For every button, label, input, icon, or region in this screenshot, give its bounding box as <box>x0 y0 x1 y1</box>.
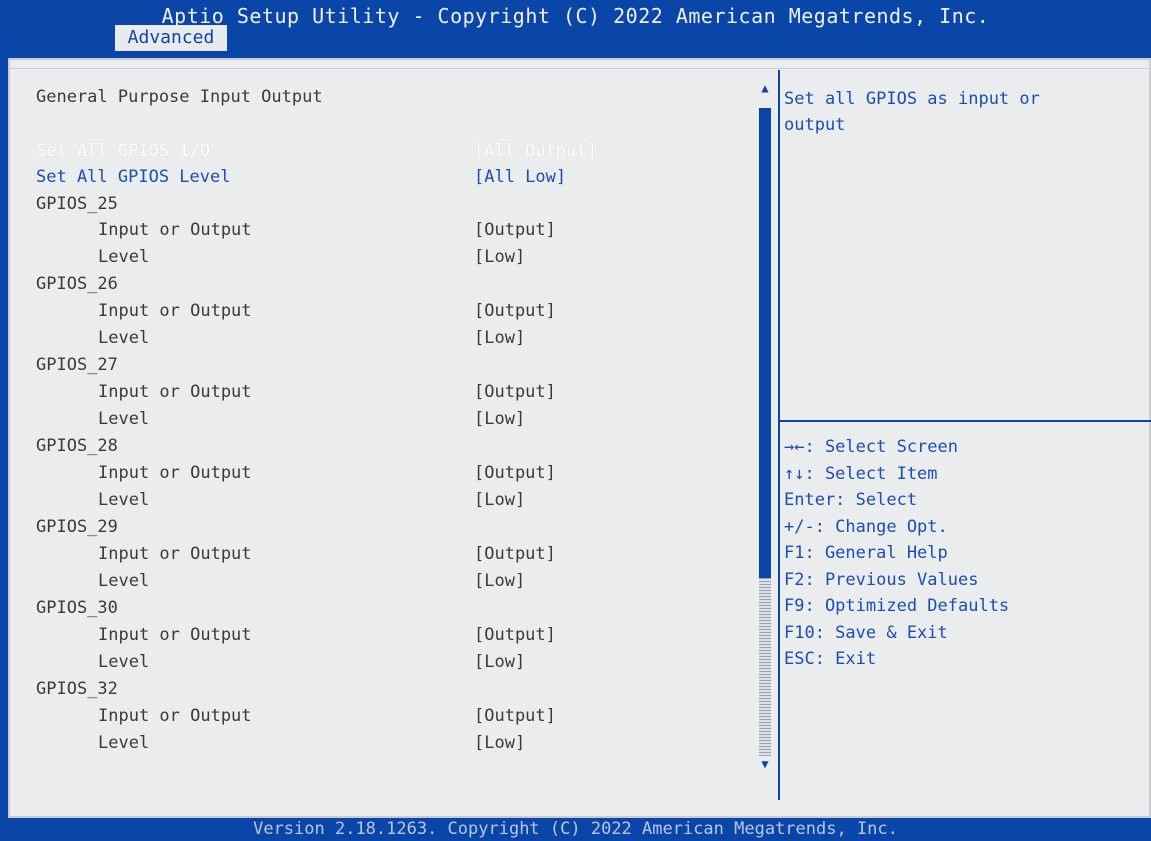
option-label: Level <box>98 490 150 510</box>
gpio-io-option[interactable]: Input or Output [Output] <box>10 217 770 243</box>
option-label: Level <box>98 409 150 429</box>
help-text-line: output <box>784 115 846 135</box>
option-set-all-io[interactable]: Set All GPIOS I/O [All Output] <box>10 138 770 164</box>
gpio-name: GPIOS_25 <box>36 194 118 214</box>
option-value[interactable]: [Output] <box>474 379 556 405</box>
option-label: Level <box>98 328 150 348</box>
top-divider <box>10 68 1151 69</box>
key-hint-general-help: F1: General Help <box>784 543 948 563</box>
option-value[interactable]: [Low] <box>474 487 525 513</box>
gpio-io-option[interactable]: Input or Output [Output] <box>10 379 770 405</box>
gpio-name: GPIOS_26 <box>36 274 118 294</box>
option-label: Input or Output <box>98 382 252 402</box>
scrollbar-track[interactable] <box>759 578 771 756</box>
gpio-level-option[interactable]: Level [Low] <box>10 244 770 270</box>
column-divider <box>778 70 780 800</box>
option-value[interactable]: [Low] <box>474 325 525 351</box>
option-value[interactable]: [Low] <box>474 649 525 675</box>
option-label: Input or Output <box>98 301 252 321</box>
option-label: Level <box>98 247 150 267</box>
scroll-up-arrow-icon[interactable]: ▲ <box>759 82 771 94</box>
gpio-name: GPIOS_29 <box>36 517 118 537</box>
option-value[interactable]: [All Low] <box>474 164 566 190</box>
key-hint-enter: Enter: Select <box>784 490 918 510</box>
gpio-level-option[interactable]: Level [Low] <box>10 730 770 756</box>
gpio-io-option[interactable]: Input or Output [Output] <box>10 298 770 324</box>
gpio-group-header: GPIOS_29 <box>10 514 770 540</box>
header-bar: Aptio Setup Utility - Copyright (C) 2022… <box>0 0 1151 58</box>
option-label: Level <box>98 733 150 753</box>
tab-advanced[interactable]: Advanced <box>115 25 227 51</box>
key-legend: →←: Select Screen ↑↓: Select Item Enter:… <box>784 434 1144 673</box>
gpio-io-option[interactable]: Input or Output [Output] <box>10 703 770 729</box>
gpio-group-header: GPIOS_28 <box>10 433 770 459</box>
option-value[interactable]: [Low] <box>474 406 525 432</box>
option-label: Level <box>98 571 150 591</box>
gpio-group-header: GPIOS_25 <box>10 191 770 217</box>
gpio-name: GPIOS_32 <box>36 679 118 699</box>
option-set-all-level[interactable]: Set All GPIOS Level [All Low] <box>10 164 770 190</box>
main-panel: General Purpose Input Output Set All GPI… <box>8 58 1151 818</box>
scrollbar-thumb[interactable] <box>759 108 771 578</box>
option-value[interactable]: [Output] <box>474 703 556 729</box>
option-value[interactable]: [Output] <box>474 298 556 324</box>
gpio-io-option[interactable]: Input or Output [Output] <box>10 460 770 486</box>
gpio-name: GPIOS_30 <box>36 598 118 618</box>
help-panel: Set all GPIOS as input or output <box>784 86 1114 138</box>
gpio-name: GPIOS_27 <box>36 355 118 375</box>
gpio-group-header: GPIOS_32 <box>10 676 770 702</box>
option-label: Set All GPIOS I/O <box>36 141 210 161</box>
option-value[interactable]: [Output] <box>474 622 556 648</box>
help-text-line: Set all GPIOS as input or <box>784 89 1040 109</box>
option-value[interactable]: [Low] <box>474 730 525 756</box>
gpio-io-option[interactable]: Input or Output [Output] <box>10 541 770 567</box>
key-hint-save-exit: F10: Save & Exit <box>784 622 948 643</box>
scroll-down-arrow-icon[interactable]: ▼ <box>759 758 771 770</box>
scrollbar[interactable]: ▲ ▼ <box>756 78 774 773</box>
key-hint-change-opt: +/-: Change Opt. <box>784 516 948 537</box>
help-divider <box>780 420 1151 422</box>
key-hint-exit: ESC: Exit <box>784 649 877 669</box>
option-label: Input or Output <box>98 544 252 564</box>
section-title: General Purpose Input Output <box>36 87 323 107</box>
key-hint-optimized-defaults: F9: Optimized Defaults <box>784 596 1010 616</box>
gpio-group-header: GPIOS_26 <box>10 271 770 297</box>
option-value[interactable]: [Output] <box>474 460 556 486</box>
option-label: Input or Output <box>98 463 252 483</box>
gpio-io-option[interactable]: Input or Output [Output] <box>10 622 770 648</box>
gpio-level-option[interactable]: Level [Low] <box>10 487 770 513</box>
gpio-level-option[interactable]: Level [Low] <box>10 649 770 675</box>
option-label: Level <box>98 652 150 672</box>
section-title-row: General Purpose Input Output <box>10 84 770 110</box>
option-label: Input or Output <box>98 706 252 726</box>
gpio-group-header: GPIOS_30 <box>10 595 770 621</box>
key-hint-select-item: ↑↓: Select Item <box>784 463 938 484</box>
key-hint-previous-values: F2: Previous Values <box>784 569 979 590</box>
option-label: Input or Output <box>98 625 252 645</box>
option-value[interactable]: [Low] <box>474 244 525 270</box>
key-hint-select-screen: →←: Select Screen <box>784 437 958 457</box>
gpio-level-option[interactable]: Level [Low] <box>10 406 770 432</box>
option-value[interactable]: [Output] <box>474 541 556 567</box>
option-value[interactable]: [Output] <box>474 217 556 243</box>
gpio-level-option[interactable]: Level [Low] <box>10 325 770 351</box>
option-value[interactable]: [All Output] <box>474 138 597 164</box>
gpio-name: GPIOS_28 <box>36 436 118 456</box>
gpio-group-header: GPIOS_27 <box>10 352 770 378</box>
option-label: Set All GPIOS Level <box>36 167 231 187</box>
version-footer: Version 2.18.1263. Copyright (C) 2022 Am… <box>0 818 1151 841</box>
option-label: Input or Output <box>98 220 252 240</box>
gpio-level-option[interactable]: Level [Low] <box>10 568 770 594</box>
option-value[interactable]: [Low] <box>474 568 525 594</box>
